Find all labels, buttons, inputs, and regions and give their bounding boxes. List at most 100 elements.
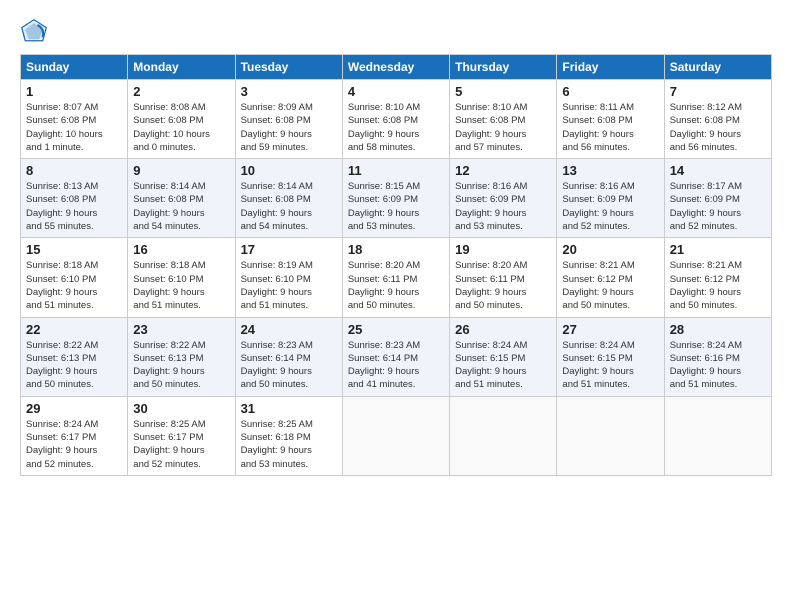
day-info: Sunrise: 8:22 AM Sunset: 6:13 PM Dayligh… bbox=[133, 339, 229, 392]
day-info: Sunrise: 8:13 AM Sunset: 6:08 PM Dayligh… bbox=[26, 180, 122, 233]
empty-day-cell bbox=[664, 396, 771, 475]
header bbox=[20, 18, 772, 46]
day-number: 3 bbox=[241, 84, 337, 99]
calendar-day-17: 17 Sunrise: 8:19 AM Sunset: 6:10 PM Dayli… bbox=[235, 238, 342, 317]
day-info: Sunrise: 8:14 AM Sunset: 6:08 PM Dayligh… bbox=[133, 180, 229, 233]
day-info: Sunrise: 8:16 AM Sunset: 6:09 PM Dayligh… bbox=[455, 180, 551, 233]
calendar-day-4: 4 Sunrise: 8:10 AM Sunset: 6:08 PM Daylig… bbox=[342, 80, 449, 159]
weekday-header-wednesday: Wednesday bbox=[342, 55, 449, 80]
day-info: Sunrise: 8:21 AM Sunset: 6:12 PM Dayligh… bbox=[670, 259, 766, 312]
day-info: Sunrise: 8:12 AM Sunset: 6:08 PM Dayligh… bbox=[670, 101, 766, 154]
day-number: 8 bbox=[26, 163, 122, 178]
day-number: 19 bbox=[455, 242, 551, 257]
logo bbox=[20, 18, 52, 46]
day-number: 5 bbox=[455, 84, 551, 99]
calendar-day-22: 22Sunrise: 8:22 AM Sunset: 6:13 PM Dayli… bbox=[21, 317, 128, 396]
calendar-day-11: 11 Sunrise: 8:15 AM Sunset: 6:09 PM Dayli… bbox=[342, 159, 449, 238]
day-number: 21 bbox=[670, 242, 766, 257]
day-number: 13 bbox=[562, 163, 658, 178]
day-number: 17 bbox=[241, 242, 337, 257]
calendar-day-26: 26 Sunrise: 8:24 AM Sunset: 6:15 PM Dayli… bbox=[450, 317, 557, 396]
day-number: 16 bbox=[133, 242, 229, 257]
calendar-day-21: 21 Sunrise: 8:21 AM Sunset: 6:12 PM Dayli… bbox=[664, 238, 771, 317]
day-info: Sunrise: 8:09 AM Sunset: 6:08 PM Dayligh… bbox=[241, 101, 337, 154]
empty-day-cell bbox=[450, 396, 557, 475]
weekday-header-thursday: Thursday bbox=[450, 55, 557, 80]
day-number: 10 bbox=[241, 163, 337, 178]
day-info: Sunrise: 8:17 AM Sunset: 6:09 PM Dayligh… bbox=[670, 180, 766, 233]
calendar-day-25: 25 Sunrise: 8:23 AM Sunset: 6:14 PM Dayli… bbox=[342, 317, 449, 396]
calendar-day-18: 18 Sunrise: 8:20 AM Sunset: 6:11 PM Dayli… bbox=[342, 238, 449, 317]
weekday-header-row: SundayMondayTuesdayWednesdayThursdayFrid… bbox=[21, 55, 772, 80]
weekday-header-monday: Monday bbox=[128, 55, 235, 80]
day-number: 28 bbox=[670, 322, 766, 337]
calendar-day-1: 1Sunrise: 8:07 AM Sunset: 6:08 PM Daylig… bbox=[21, 80, 128, 159]
day-number: 11 bbox=[348, 163, 444, 178]
calendar-day-10: 10Sunrise: 8:14 AM Sunset: 6:08 PM Dayli… bbox=[235, 159, 342, 238]
day-info: Sunrise: 8:08 AM Sunset: 6:08 PM Dayligh… bbox=[133, 101, 229, 154]
calendar-day-6: 6 Sunrise: 8:11 AM Sunset: 6:08 PM Daylig… bbox=[557, 80, 664, 159]
calendar-day-2: 2Sunrise: 8:08 AM Sunset: 6:08 PM Daylig… bbox=[128, 80, 235, 159]
calendar-week-row: 22 Sunrise: 8:22 AM Sunset: 6:13 PM Dayli… bbox=[21, 317, 772, 396]
calendar-day-9: 9 Sunrise: 8:14 AM Sunset: 6:08 PM Daylig… bbox=[128, 159, 235, 238]
day-number: 9 bbox=[133, 163, 229, 178]
day-number: 15 bbox=[26, 242, 122, 257]
page: SundayMondayTuesdayWednesdayThursdayFrid… bbox=[0, 0, 792, 612]
weekday-header-saturday: Saturday bbox=[664, 55, 771, 80]
day-number: 6 bbox=[562, 84, 658, 99]
empty-day-cell bbox=[557, 396, 664, 475]
calendar-day-31: 31 Sunrise: 8:25 AM Sunset: 6:18 PM Dayli… bbox=[235, 396, 342, 475]
calendar-day-12: 12 Sunrise: 8:16 AM Sunset: 6:09 PM Dayli… bbox=[450, 159, 557, 238]
day-number: 18 bbox=[348, 242, 444, 257]
day-number: 1 bbox=[26, 84, 122, 99]
calendar-day-29: 29 Sunrise: 8:24 AM Sunset: 6:17 PM Dayli… bbox=[21, 396, 128, 475]
calendar-day-15: 15Sunrise: 8:18 AM Sunset: 6:10 PM Dayli… bbox=[21, 238, 128, 317]
calendar-week-row: 15 Sunrise: 8:18 AM Sunset: 6:10 PM Dayli… bbox=[21, 238, 772, 317]
day-number: 29 bbox=[26, 401, 122, 416]
calendar-day-7: 7 Sunrise: 8:12 AM Sunset: 6:08 PM Daylig… bbox=[664, 80, 771, 159]
day-info: Sunrise: 8:10 AM Sunset: 6:08 PM Dayligh… bbox=[455, 101, 551, 154]
weekday-header-friday: Friday bbox=[557, 55, 664, 80]
day-info: Sunrise: 8:23 AM Sunset: 6:14 PM Dayligh… bbox=[241, 339, 337, 392]
calendar-day-23: 23Sunrise: 8:22 AM Sunset: 6:13 PM Dayli… bbox=[128, 317, 235, 396]
day-number: 30 bbox=[133, 401, 229, 416]
calendar-week-row: 29 Sunrise: 8:24 AM Sunset: 6:17 PM Dayli… bbox=[21, 396, 772, 475]
day-info: Sunrise: 8:24 AM Sunset: 6:17 PM Dayligh… bbox=[26, 418, 122, 471]
calendar-day-20: 20Sunrise: 8:21 AM Sunset: 6:12 PM Dayli… bbox=[557, 238, 664, 317]
day-info: Sunrise: 8:24 AM Sunset: 6:15 PM Dayligh… bbox=[455, 339, 551, 392]
day-info: Sunrise: 8:20 AM Sunset: 6:11 PM Dayligh… bbox=[348, 259, 444, 312]
day-number: 7 bbox=[670, 84, 766, 99]
day-number: 4 bbox=[348, 84, 444, 99]
calendar-day-24: 24 Sunrise: 8:23 AM Sunset: 6:14 PM Dayli… bbox=[235, 317, 342, 396]
day-number: 20 bbox=[562, 242, 658, 257]
day-number: 26 bbox=[455, 322, 551, 337]
empty-day-cell bbox=[342, 396, 449, 475]
day-info: Sunrise: 8:15 AM Sunset: 6:09 PM Dayligh… bbox=[348, 180, 444, 233]
calendar-day-13: 13 Sunrise: 8:16 AM Sunset: 6:09 PM Dayli… bbox=[557, 159, 664, 238]
day-number: 12 bbox=[455, 163, 551, 178]
day-number: 27 bbox=[562, 322, 658, 337]
day-info: Sunrise: 8:18 AM Sunset: 6:10 PM Dayligh… bbox=[133, 259, 229, 312]
calendar-week-row: 1Sunrise: 8:07 AM Sunset: 6:08 PM Daylig… bbox=[21, 80, 772, 159]
day-info: Sunrise: 8:25 AM Sunset: 6:18 PM Dayligh… bbox=[241, 418, 337, 471]
day-number: 25 bbox=[348, 322, 444, 337]
calendar-day-28: 28 Sunrise: 8:24 AM Sunset: 6:16 PM Dayli… bbox=[664, 317, 771, 396]
day-number: 24 bbox=[241, 322, 337, 337]
calendar-table: SundayMondayTuesdayWednesdayThursdayFrid… bbox=[20, 54, 772, 476]
day-number: 22 bbox=[26, 322, 122, 337]
day-info: Sunrise: 8:19 AM Sunset: 6:10 PM Dayligh… bbox=[241, 259, 337, 312]
calendar-day-5: 5 Sunrise: 8:10 AM Sunset: 6:08 PM Daylig… bbox=[450, 80, 557, 159]
day-info: Sunrise: 8:23 AM Sunset: 6:14 PM Dayligh… bbox=[348, 339, 444, 392]
day-info: Sunrise: 8:24 AM Sunset: 6:16 PM Dayligh… bbox=[670, 339, 766, 392]
day-info: Sunrise: 8:11 AM Sunset: 6:08 PM Dayligh… bbox=[562, 101, 658, 154]
calendar-day-3: 3 Sunrise: 8:09 AM Sunset: 6:08 PM Daylig… bbox=[235, 80, 342, 159]
calendar-day-27: 27Sunrise: 8:24 AM Sunset: 6:15 PM Dayli… bbox=[557, 317, 664, 396]
calendar-day-16: 16 Sunrise: 8:18 AM Sunset: 6:10 PM Dayli… bbox=[128, 238, 235, 317]
calendar-week-row: 8 Sunrise: 8:13 AM Sunset: 6:08 PM Daylig… bbox=[21, 159, 772, 238]
day-number: 31 bbox=[241, 401, 337, 416]
weekday-header-tuesday: Tuesday bbox=[235, 55, 342, 80]
day-info: Sunrise: 8:10 AM Sunset: 6:08 PM Dayligh… bbox=[348, 101, 444, 154]
calendar-day-30: 30Sunrise: 8:25 AM Sunset: 6:17 PM Dayli… bbox=[128, 396, 235, 475]
day-info: Sunrise: 8:20 AM Sunset: 6:11 PM Dayligh… bbox=[455, 259, 551, 312]
day-info: Sunrise: 8:16 AM Sunset: 6:09 PM Dayligh… bbox=[562, 180, 658, 233]
